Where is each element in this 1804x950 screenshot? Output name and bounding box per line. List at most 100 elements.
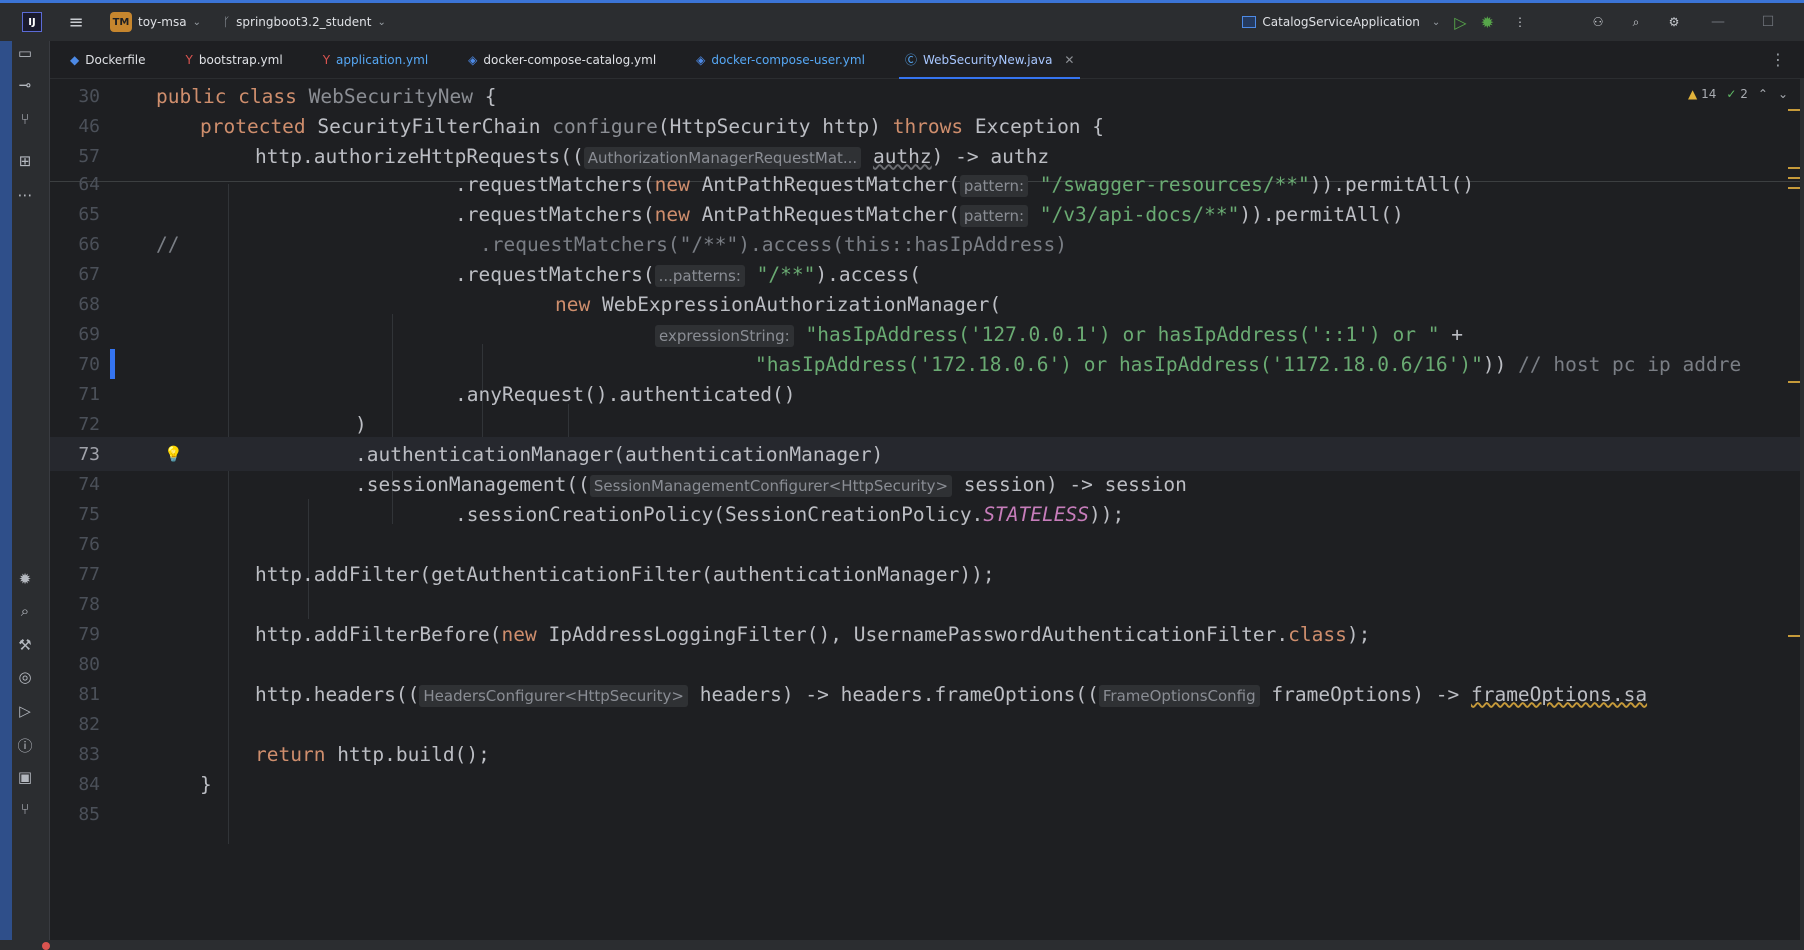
- tab-bootstrap-yml[interactable]: Y bootstrap.yml: [166, 41, 303, 79]
- minimize-icon[interactable]: —: [1700, 14, 1736, 30]
- settings-icon[interactable]: ⚙: [1662, 10, 1686, 34]
- code-text: .requestMatchers(...patterns: "/**").acc…: [455, 262, 922, 287]
- parameter-hint: ...patterns:: [654, 264, 745, 287]
- find-icon[interactable]: ⌕: [13, 599, 37, 623]
- code-line: 79 http.addFilterBefore(new IpAddressLog…: [50, 617, 1804, 651]
- code-line: 82: [50, 707, 1804, 741]
- scroll-marker[interactable]: [1788, 381, 1800, 383]
- code-line: 84 }: [50, 767, 1804, 801]
- parameter-hint: pattern:: [959, 204, 1029, 227]
- line-number: 30: [78, 85, 100, 107]
- commit-icon[interactable]: ⊸: [13, 73, 37, 97]
- terminal-icon[interactable]: ▣: [13, 765, 37, 789]
- window-edge-accent: [0, 41, 12, 950]
- tab-docker-compose-user[interactable]: ◈ docker-compose-user.yml: [676, 41, 885, 79]
- git-icon[interactable]: ⑂: [13, 797, 37, 821]
- line-number: 70: [78, 353, 100, 375]
- code-line: 66 // .requestMatchers("/**").access(thi…: [50, 227, 1804, 261]
- java-class-icon: Ⓒ: [904, 53, 917, 67]
- chevron-down-icon[interactable]: ⌄: [377, 17, 385, 28]
- code-line: 71 .anyRequest().authenticated(): [50, 377, 1804, 411]
- line-number: 75: [78, 503, 100, 525]
- code-text: .authenticationManager(authenticationMan…: [355, 442, 884, 466]
- vcs-change-marker[interactable]: [110, 349, 115, 379]
- title-bar: IJ ≡ TM toy-msa ⌄ ᚴ springboot3.2_studen…: [0, 3, 1804, 41]
- line-number: 83: [78, 743, 100, 765]
- run-configuration-selector[interactable]: CatalogServiceApplication ⌄: [1242, 15, 1440, 29]
- line-number: 79: [78, 623, 100, 645]
- project-folder-icon[interactable]: ▭: [13, 41, 37, 65]
- scroll-marker[interactable]: [1788, 177, 1800, 179]
- run-tool-icon[interactable]: ▷: [13, 699, 37, 723]
- tab-dockerfile[interactable]: ◆ Dockerfile: [50, 41, 166, 79]
- code-text: "hasIpAddress('172.18.0.6') or hasIpAddr…: [755, 352, 1742, 376]
- code-line: 75 .sessionCreationPolicy(SessionCreatio…: [50, 497, 1804, 531]
- code-with-me-icon[interactable]: ⚇: [1586, 10, 1610, 34]
- maximize-icon[interactable]: ☐: [1750, 14, 1786, 30]
- more-actions-icon[interactable]: ⋮: [1508, 10, 1532, 34]
- structure-icon[interactable]: ⊞: [13, 149, 37, 173]
- build-icon[interactable]: ⚒: [13, 633, 37, 657]
- scroll-marker[interactable]: [1788, 109, 1800, 111]
- line-number: 57: [78, 145, 100, 167]
- code-text: ): [355, 412, 367, 436]
- line-number: 46: [78, 115, 100, 137]
- close-icon[interactable]: ✕: [1064, 53, 1074, 67]
- tab-label: application.yml: [336, 52, 429, 67]
- line-number: 72: [78, 413, 100, 435]
- tab-docker-compose-catalog[interactable]: ◈ docker-compose-catalog.yml: [448, 41, 676, 79]
- line-number: 80: [78, 653, 100, 675]
- line-number: 64: [78, 173, 100, 195]
- code-text: http.addFilter(getAuthenticationFilter(a…: [255, 562, 995, 586]
- search-icon[interactable]: ⌕: [1624, 10, 1648, 34]
- code-text: http.headers((HeadersConfigurer<HttpSecu…: [255, 682, 1648, 707]
- code-line: 78: [50, 587, 1804, 621]
- project-badge[interactable]: TM: [110, 12, 132, 32]
- yaml-icon: Y: [185, 52, 193, 67]
- code-line: 70 "hasIpAddress('172.18.0.6') or hasIpA…: [50, 347, 1804, 381]
- debug-icon[interactable]: ✹: [1481, 13, 1494, 32]
- ide-logo-icon[interactable]: IJ: [22, 12, 42, 32]
- yaml-icon: Y: [322, 52, 331, 67]
- tool-window-strip: ▭ ⊸ ⑂ ⊞ ⋯ ✹ ⌕ ⚒ ◎ ▷ ⓘ ▣ ⑂: [0, 41, 50, 950]
- project-name[interactable]: toy-msa: [138, 15, 187, 29]
- services-icon[interactable]: ◎: [13, 665, 37, 689]
- intention-bulb-icon[interactable]: 💡: [164, 445, 183, 463]
- editor-scrollbar[interactable]: [1800, 79, 1804, 950]
- tab-websecuritynew-java[interactable]: Ⓒ WebSecurityNew.java ✕: [885, 41, 1095, 80]
- code-text: protected SecurityFilterChain configure(…: [200, 114, 1105, 138]
- code-text: .sessionCreationPolicy(SessionCreationPo…: [455, 502, 1125, 526]
- code-text: expressionString: "hasIpAddress('127.0.0…: [655, 323, 1463, 347]
- scroll-marker[interactable]: [1788, 167, 1800, 169]
- more-tools-icon[interactable]: ⋯: [13, 183, 37, 207]
- run-icon[interactable]: ▷: [1454, 13, 1466, 32]
- code-line: 81 http.headers((HeadersConfigurer<HttpS…: [50, 677, 1804, 711]
- parameter-hint: expressionString:: [655, 324, 794, 347]
- scroll-marker[interactable]: [1788, 635, 1800, 637]
- scroll-marker[interactable]: [1788, 187, 1800, 189]
- debug-tool-icon[interactable]: ✹: [13, 567, 37, 591]
- code-line: 64 .requestMatchers(new AntPathRequestMa…: [50, 167, 1804, 201]
- line-number: 67: [78, 263, 100, 285]
- code-editor[interactable]: ▲ 14 ✓ 2 ⌃ ⌄ 30 public class WebSecurity…: [50, 79, 1804, 950]
- parameter-hint: SessionManagementConfigurer<HttpSecurity…: [589, 474, 953, 497]
- code-text: }: [200, 772, 212, 796]
- code-line: 83 return http.build();: [50, 737, 1804, 771]
- problems-icon[interactable]: ⓘ: [13, 733, 37, 757]
- git-branch-icon[interactable]: ᚴ: [223, 15, 230, 29]
- parameter-hint: AuthorizationManagerRequestMat...: [583, 146, 862, 169]
- pull-requests-icon[interactable]: ⑂: [13, 107, 37, 131]
- run-config-icon: [1242, 16, 1257, 28]
- code-line-current: 73 💡 .authenticationManager(authenticati…: [50, 437, 1804, 471]
- line-number: 77: [78, 563, 100, 585]
- tab-options-icon[interactable]: ⋮: [1770, 50, 1786, 69]
- tab-application-yml[interactable]: Y application.yml: [303, 41, 448, 79]
- main-menu-icon[interactable]: ≡: [64, 10, 88, 34]
- status-bar: [0, 940, 1804, 950]
- error-indicator-icon[interactable]: [42, 942, 50, 950]
- code-line: 69 expressionString: "hasIpAddress('127.…: [50, 317, 1804, 351]
- git-branch-name[interactable]: springboot3.2_student: [236, 15, 371, 29]
- line-number: 82: [78, 713, 100, 735]
- tab-label: Dockerfile: [85, 52, 146, 67]
- chevron-down-icon[interactable]: ⌄: [193, 17, 201, 28]
